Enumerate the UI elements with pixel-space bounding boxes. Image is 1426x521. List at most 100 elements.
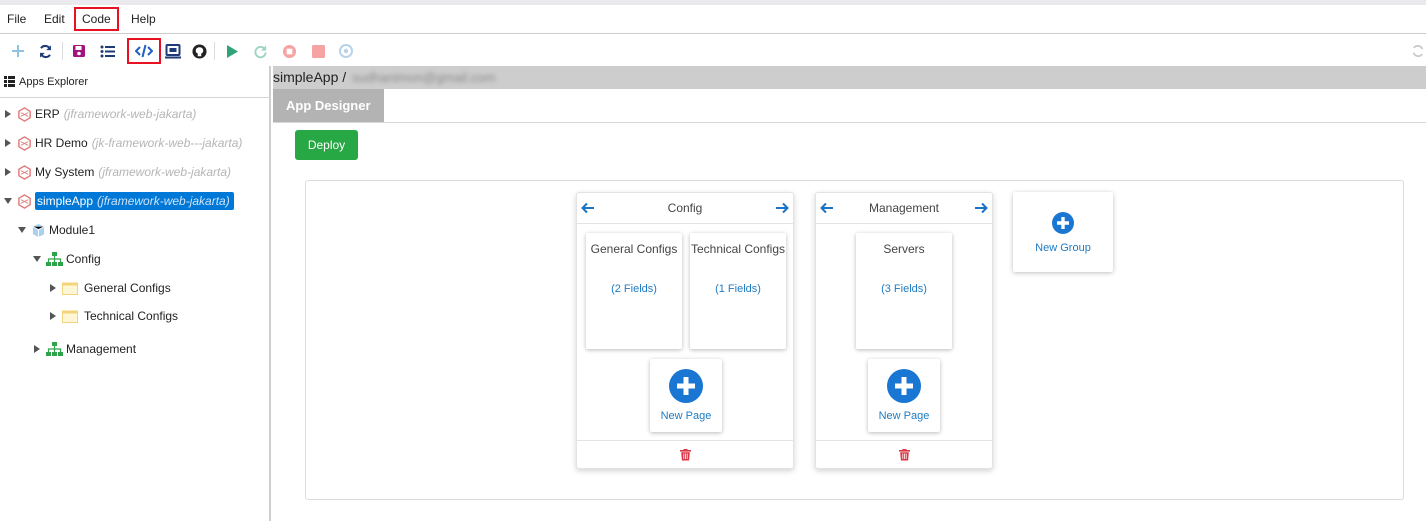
group-name: Config [66,252,101,266]
page-title: Servers [883,242,925,256]
trash-icon[interactable] [898,448,910,461]
github-button[interactable] [187,40,211,62]
new-group-label: New Group [1035,242,1091,254]
breadcrumb-app: simpleApp / [273,69,347,85]
app-hexagon-icon [17,106,32,122]
new-app-button[interactable] [6,40,30,62]
group-footer [577,440,793,468]
menu-edit[interactable]: Edit [42,7,67,31]
page-title: General Configs [590,242,678,256]
app-source: (jframework-web-jakarta) [63,107,197,121]
app-source: (jk-framework-web---jakarta) [91,136,243,150]
arrow-right-icon[interactable] [775,201,789,215]
tree-item-technical-configs[interactable]: Technical Configs [48,305,178,327]
caret-right-icon[interactable] [3,109,13,119]
play-icon [226,44,238,58]
caret-right-icon[interactable] [48,283,58,293]
app-name: My System [35,165,95,179]
tab-strip: App Designer [273,89,1426,123]
run-button[interactable] [220,40,244,62]
page-name: General Configs [84,281,171,295]
plus-circle-icon [669,369,703,403]
designer-canvas: Config General Configs (2 Fields) Techni… [305,180,1404,500]
caret-right-icon[interactable] [48,311,58,321]
group-footer [816,440,992,468]
stop-button[interactable] [306,40,330,62]
sync-button[interactable] [1406,40,1426,62]
tab-app-designer[interactable]: App Designer [273,89,384,122]
group-title: Management [868,201,940,215]
app-hexagon-icon [17,135,32,151]
grid-list-icon [4,76,15,87]
menu-help[interactable]: Help [129,7,158,31]
caret-right-icon[interactable] [3,167,13,177]
page-fields-link[interactable]: (1 Fields) [690,283,786,295]
tree-item-general-configs[interactable]: General Configs [48,277,171,299]
arrow-left-icon[interactable] [581,201,595,215]
app-source: (jframework-web-jakarta) [98,165,232,179]
new-page-button[interactable]: New Page [868,359,940,432]
caret-right-icon[interactable] [32,344,42,354]
caret-right-icon[interactable] [3,138,13,148]
deploy-button[interactable]: Deploy [295,130,358,160]
settings-button[interactable] [334,40,358,62]
list-icon [100,45,115,57]
page-name: Technical Configs [84,309,179,323]
page-card-technical-configs[interactable]: Technical Configs (1 Fields) [690,233,786,349]
app-hexagon-icon [17,164,32,180]
new-group-button[interactable]: New Group [1013,192,1113,272]
apps-explorer-header: Apps Explorer [0,66,269,98]
app-source: (jframework-web-jakarta) [97,194,230,208]
page-fields-link[interactable]: (3 Fields) [856,283,952,295]
tree-item-hr-demo[interactable]: HR Demo (jk-framework-web---jakarta) [3,132,242,154]
group-card-management: Management Servers (3 Fields) New Page [815,192,993,469]
code-button[interactable] [127,38,161,64]
refresh-button[interactable] [33,40,57,62]
monitor-button[interactable] [161,40,185,62]
main-panel: simpleApp / sudhanimon@gmail.com App Des… [273,66,1426,521]
new-page-button[interactable]: New Page [650,359,722,432]
sync-icon [1412,45,1424,57]
group-card-config: Config General Configs (2 Fields) Techni… [576,192,794,469]
tree-item-erp[interactable]: ERP (jframework-web-jakarta) [3,103,196,125]
save-button[interactable] [67,40,91,62]
apps-explorer-title: Apps Explorer [19,75,89,88]
breadcrumb: simpleApp / sudhanimon@gmail.com [273,66,1426,89]
toolbar-separator [214,42,215,60]
plus-icon [12,45,24,57]
caret-down-icon[interactable] [32,254,42,264]
list-button[interactable] [95,40,119,62]
group-name: Management [66,342,137,356]
page-title: Technical Configs [690,242,786,256]
module-name: Module1 [49,223,96,237]
arrow-right-icon[interactable] [974,201,988,215]
tree-item-config[interactable]: Config [32,248,101,270]
tree-item-module1[interactable]: Module1 [17,219,95,241]
caret-down-icon[interactable] [3,196,13,206]
page-fields-link[interactable]: (2 Fields) [586,283,682,295]
caret-down-icon[interactable] [17,225,27,235]
selected-app-label[interactable]: simpleApp (jframework-web-jakarta) [35,192,234,210]
folder-icon [62,310,78,323]
toolbar-separator [62,42,63,60]
trash-icon[interactable] [679,448,691,461]
refresh-icon [39,44,51,58]
tree-item-simpleapp[interactable]: simpleApp (jframework-web-jakarta) [3,190,234,212]
page-card-general-configs[interactable]: General Configs (2 Fields) [586,233,682,349]
app-name: HR Demo [35,136,88,150]
new-page-label: New Page [660,410,712,422]
save-icon [73,45,85,57]
arrow-left-icon[interactable] [820,201,834,215]
toolbar [0,34,1426,66]
plus-circle-icon [1052,212,1074,234]
menu-file[interactable]: File [5,7,28,31]
menu-code[interactable]: Code [74,7,119,31]
tree-item-management[interactable]: Management [32,338,136,360]
breadcrumb-user: sudhanimon@gmail.com [352,70,496,85]
page-card-servers[interactable]: Servers (3 Fields) [856,233,952,349]
app-name: ERP [35,107,60,121]
app-name: simpleApp [37,194,94,208]
restart-button[interactable] [248,40,272,62]
stop-server-button[interactable] [277,40,301,62]
tree-item-my-system[interactable]: My System (jframework-web-jakarta) [3,161,231,183]
